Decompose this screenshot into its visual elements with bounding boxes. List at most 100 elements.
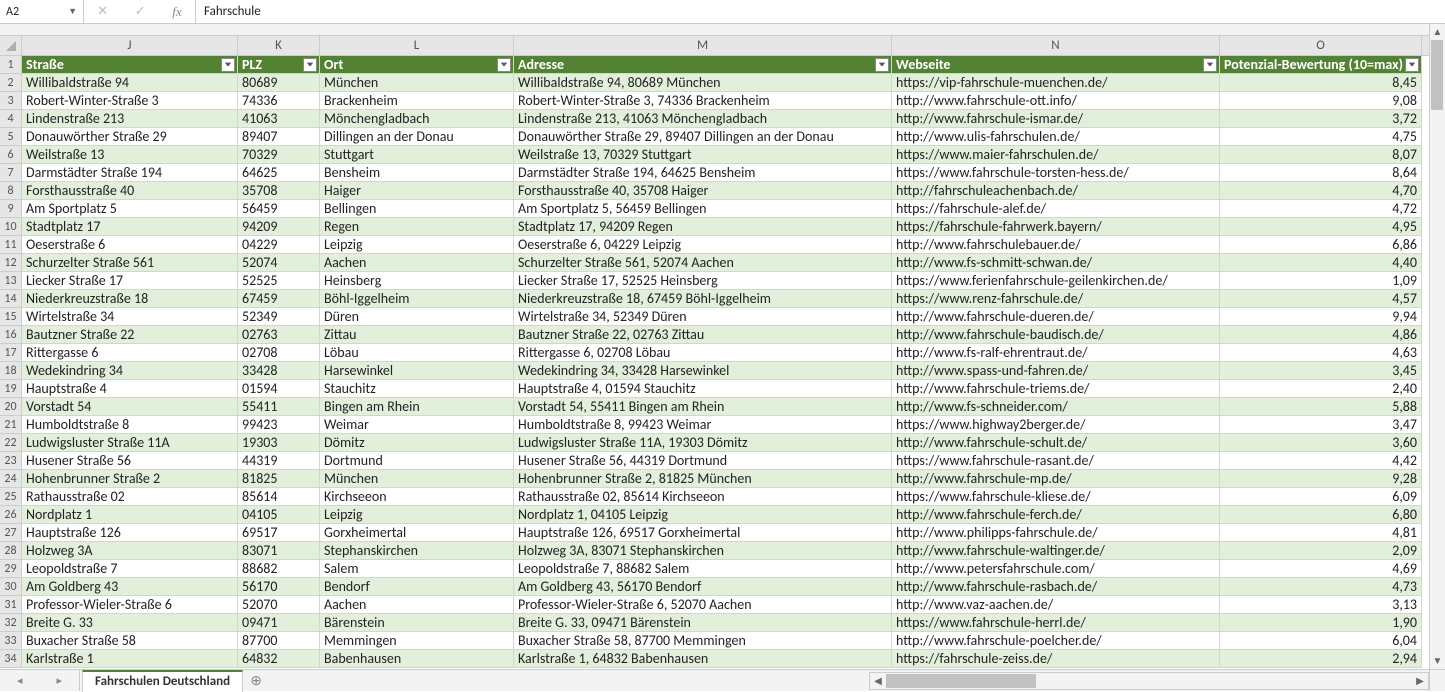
- cell-M[interactable]: Professor-Wieler-Straße 6, 52070 Aachen: [514, 596, 892, 614]
- cell-J[interactable]: Hohenbrunner Straße 2: [22, 470, 238, 488]
- cell-K[interactable]: 41063: [238, 110, 320, 128]
- row-header[interactable]: 29: [0, 560, 22, 578]
- cell-O[interactable]: 2,09: [1220, 542, 1422, 560]
- cell-O[interactable]: 5,88: [1220, 398, 1422, 416]
- cell-N[interactable]: https://www.fahrschule-torsten-hess.de/: [892, 164, 1220, 182]
- row-header[interactable]: 33: [0, 632, 22, 650]
- cell-M[interactable]: Karlstraße 1, 64832 Babenhausen: [514, 650, 892, 668]
- cell-O[interactable]: 8,07: [1220, 146, 1422, 164]
- cell-M[interactable]: Stadtplatz 17, 94209 Regen: [514, 218, 892, 236]
- cell-K[interactable]: 64625: [238, 164, 320, 182]
- cell-M[interactable]: Liecker Straße 17, 52525 Heinsberg: [514, 272, 892, 290]
- cell-L[interactable]: Haiger: [320, 182, 514, 200]
- cell-K[interactable]: 02763: [238, 326, 320, 344]
- filter-dropdown-icon[interactable]: [303, 58, 317, 72]
- cell-O[interactable]: 2,40: [1220, 380, 1422, 398]
- cell-J[interactable]: Leopoldstraße 7: [22, 560, 238, 578]
- cell-O[interactable]: 4,95: [1220, 218, 1422, 236]
- cell-K[interactable]: 01594: [238, 380, 320, 398]
- table-header-N[interactable]: Webseite: [892, 56, 1220, 74]
- row-header[interactable]: 7: [0, 164, 22, 182]
- cell-K[interactable]: 80689: [238, 74, 320, 92]
- table-header-L[interactable]: Ort: [320, 56, 514, 74]
- cell-O[interactable]: 9,28: [1220, 470, 1422, 488]
- cell-J[interactable]: Rittergasse 6: [22, 344, 238, 362]
- cell-N[interactable]: http://www.fahrschule-rasbach.de/: [892, 578, 1220, 596]
- row-header[interactable]: 3: [0, 92, 22, 110]
- cell-J[interactable]: Oeserstraße 6: [22, 236, 238, 254]
- cell-J[interactable]: Bautzner Straße 22: [22, 326, 238, 344]
- cell-M[interactable]: Husener Straße 56, 44319 Dortmund: [514, 452, 892, 470]
- cell-J[interactable]: Ludwigsluster Straße 11A: [22, 434, 238, 452]
- filter-dropdown-icon[interactable]: [1203, 58, 1217, 72]
- cell-M[interactable]: Forsthausstraße 40, 35708 Haiger: [514, 182, 892, 200]
- cell-L[interactable]: Stauchitz: [320, 380, 514, 398]
- cell-K[interactable]: 83071: [238, 542, 320, 560]
- cell-L[interactable]: Bellingen: [320, 200, 514, 218]
- sheet-tab-active[interactable]: Fahrschulen Deutschland: [82, 670, 243, 692]
- table-header-K[interactable]: PLZ: [238, 56, 320, 74]
- cell-L[interactable]: Löbau: [320, 344, 514, 362]
- cell-K[interactable]: 52349: [238, 308, 320, 326]
- row-header[interactable]: 23: [0, 452, 22, 470]
- filter-dropdown-icon[interactable]: [497, 58, 511, 72]
- table-header-J[interactable]: Straße: [22, 56, 238, 74]
- cell-K[interactable]: 52074: [238, 254, 320, 272]
- cell-K[interactable]: 88682: [238, 560, 320, 578]
- cell-O[interactable]: 9,08: [1220, 92, 1422, 110]
- row-header[interactable]: 25: [0, 488, 22, 506]
- cell-K[interactable]: 81825: [238, 470, 320, 488]
- cell-N[interactable]: https://fahrschule-alef.de/: [892, 200, 1220, 218]
- cell-N[interactable]: http://www.fahrschule-mp.de/: [892, 470, 1220, 488]
- row-header[interactable]: 9: [0, 200, 22, 218]
- row-header[interactable]: 16: [0, 326, 22, 344]
- cell-O[interactable]: 4,75: [1220, 128, 1422, 146]
- cell-N[interactable]: https://www.highway2berger.de/: [892, 416, 1220, 434]
- cell-L[interactable]: Düren: [320, 308, 514, 326]
- cell-N[interactable]: http://www.fahrschule-baudisch.de/: [892, 326, 1220, 344]
- row-header[interactable]: 6: [0, 146, 22, 164]
- cell-J[interactable]: Am Sportplatz 5: [22, 200, 238, 218]
- cell-O[interactable]: 4,69: [1220, 560, 1422, 578]
- cell-L[interactable]: Brackenheim: [320, 92, 514, 110]
- cell-M[interactable]: Humboldtstraße 8, 99423 Weimar: [514, 416, 892, 434]
- cell-N[interactable]: http://www.philipps-fahrschule.de/: [892, 524, 1220, 542]
- cell-O[interactable]: 3,45: [1220, 362, 1422, 380]
- row-header[interactable]: 27: [0, 524, 22, 542]
- cell-M[interactable]: Breite G. 33, 09471 Bärenstein: [514, 614, 892, 632]
- cell-J[interactable]: Breite G. 33: [22, 614, 238, 632]
- col-header-O[interactable]: O: [1220, 36, 1422, 55]
- col-header-J[interactable]: J: [22, 36, 238, 55]
- cell-L[interactable]: Bingen am Rhein: [320, 398, 514, 416]
- cell-J[interactable]: Holzweg 3A: [22, 542, 238, 560]
- scroll-left-icon[interactable]: ◀: [870, 674, 886, 687]
- cell-K[interactable]: 02708: [238, 344, 320, 362]
- cell-M[interactable]: Buxacher Straße 58, 87700 Memmingen: [514, 632, 892, 650]
- col-header-N[interactable]: N: [892, 36, 1220, 55]
- horizontal-scrollbar[interactable]: ◀ ▶: [869, 672, 1429, 690]
- cell-O[interactable]: 1,09: [1220, 272, 1422, 290]
- cell-O[interactable]: 4,70: [1220, 182, 1422, 200]
- add-sheet-button[interactable]: ⊕: [243, 670, 269, 692]
- col-header-L[interactable]: L: [320, 36, 514, 55]
- cell-N[interactable]: http://www.fahrschule-poelcher.de/: [892, 632, 1220, 650]
- cell-N[interactable]: http://www.ulis-fahrschulen.de/: [892, 128, 1220, 146]
- row-header[interactable]: 28: [0, 542, 22, 560]
- cell-L[interactable]: Gorxheimertal: [320, 524, 514, 542]
- cell-L[interactable]: Salem: [320, 560, 514, 578]
- cell-N[interactable]: http://www.spass-und-fahren.de/: [892, 362, 1220, 380]
- scroll-right-icon[interactable]: ▶: [1412, 674, 1428, 687]
- cell-K[interactable]: 70329: [238, 146, 320, 164]
- cell-L[interactable]: Babenhausen: [320, 650, 514, 668]
- cell-K[interactable]: 52525: [238, 272, 320, 290]
- cell-L[interactable]: Bärenstein: [320, 614, 514, 632]
- cell-K[interactable]: 52070: [238, 596, 320, 614]
- cell-L[interactable]: München: [320, 470, 514, 488]
- cell-M[interactable]: Hauptstraße 4, 01594 Stauchitz: [514, 380, 892, 398]
- cell-K[interactable]: 56170: [238, 578, 320, 596]
- col-header-M[interactable]: M: [514, 36, 892, 55]
- cell-M[interactable]: Vorstadt 54, 55411 Bingen am Rhein: [514, 398, 892, 416]
- cell-O[interactable]: 8,45: [1220, 74, 1422, 92]
- scroll-down-icon[interactable]: ▼: [1430, 653, 1445, 669]
- cell-N[interactable]: http://www.fahrschule-ott.info/: [892, 92, 1220, 110]
